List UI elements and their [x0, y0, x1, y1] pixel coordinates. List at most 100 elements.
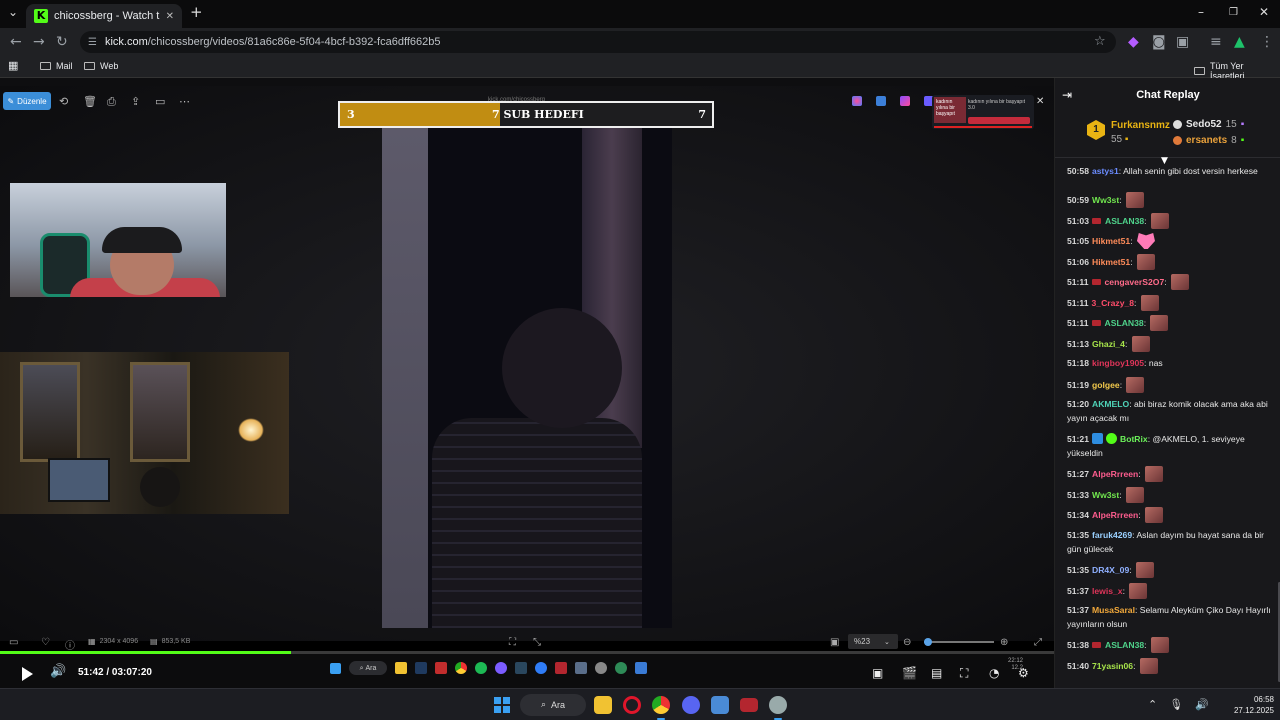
theater-mode-icon[interactable]: ▣: [872, 666, 883, 680]
message-username[interactable]: Ghazi_4: [1092, 339, 1125, 349]
screen-icon[interactable]: ▣: [830, 637, 839, 648]
message-username[interactable]: cengaverS2O7: [1105, 277, 1165, 287]
message-username[interactable]: DR4X_09: [1092, 565, 1129, 575]
extension-icon[interactable]: ◆: [1128, 34, 1139, 50]
bookmark-star-icon[interactable]: ☆: [1094, 34, 1106, 49]
discord-icon[interactable]: [682, 696, 700, 714]
message-username[interactable]: Hikmet51: [1092, 236, 1130, 246]
message-username[interactable]: Ww3st: [1092, 195, 1119, 205]
chrome-icon[interactable]: [652, 696, 670, 714]
leaderboard-third[interactable]: ersanets 8 ▪: [1173, 135, 1244, 146]
rotate-icon[interactable]: ⟲: [59, 95, 68, 108]
camera-extension-icon[interactable]: ◙: [1152, 34, 1166, 50]
embedded-filezilla-icon: [435, 662, 447, 674]
window-close-icon[interactable]: ✕: [1259, 5, 1269, 19]
browser-tab[interactable]: K chicossberg - Watch the VOD o ✕: [26, 4, 182, 28]
message-username[interactable]: ASLAN38: [1105, 216, 1144, 226]
message-username[interactable]: 71yasin06: [1092, 661, 1133, 671]
message-username[interactable]: lewis_x: [1092, 586, 1123, 596]
bookmark-web[interactable]: Web: [84, 61, 118, 71]
message-username[interactable]: AlpeRrreen: [1092, 510, 1138, 520]
message-username[interactable]: kingboy1905: [1092, 358, 1144, 368]
delete-icon[interactable]: 🗑: [83, 95, 97, 108]
apps-grid-icon[interactable]: ▦: [8, 59, 18, 72]
profile-icon[interactable]: ▲: [1234, 34, 1245, 50]
back-icon[interactable]: ←: [10, 34, 22, 50]
speed-icon[interactable]: ◔: [989, 666, 999, 680]
copilot-icon[interactable]: [852, 96, 862, 106]
message-username[interactable]: 3_Crazy_8: [1092, 298, 1135, 308]
minimize-icon[interactable]: –: [1198, 5, 1204, 19]
file-explorer-icon[interactable]: [594, 696, 612, 714]
system-tray: ⌃ 🎙 🔊: [1148, 698, 1209, 711]
message-username[interactable]: AlpeRrreen: [1092, 469, 1138, 479]
restore-icon[interactable]: ❐: [1229, 7, 1238, 18]
chat-message: 51:11 cengaverS2O7:: [1067, 274, 1275, 290]
message-username[interactable]: faruk4269: [1092, 530, 1132, 540]
tray-chevron-icon[interactable]: ⌃: [1148, 698, 1157, 711]
message-username[interactable]: ASLAN38: [1105, 640, 1144, 650]
message-timestamp: 50:58: [1067, 166, 1089, 176]
favorite-icon[interactable]: ♡: [41, 637, 50, 648]
network-app-icon[interactable]: [711, 696, 729, 714]
designer-icon[interactable]: [876, 96, 886, 106]
message-username[interactable]: MusaSaral: [1092, 605, 1135, 615]
popup-button[interactable]: [968, 117, 1030, 124]
reading-list-icon[interactable]: ≡: [1210, 34, 1222, 50]
notification-popup[interactable]: kadının yılına bir başyapıt kadının yılı…: [932, 95, 1034, 129]
chat-message: 51:18 kingboy1905: nas: [1067, 358, 1163, 368]
message-username[interactable]: BotRix: [1120, 434, 1148, 444]
share-icon[interactable]: ⇪: [131, 95, 140, 108]
message-username[interactable]: golgee: [1092, 380, 1120, 390]
microphone-icon[interactable]: 🎙: [1169, 698, 1183, 711]
zoom-slider[interactable]: [924, 638, 994, 646]
ai-icon[interactable]: [900, 96, 910, 106]
forward-icon[interactable]: →: [33, 34, 45, 50]
browser-menu-icon[interactable]: ⋮: [1260, 34, 1274, 50]
settings-gear-icon[interactable]: ⚙: [1018, 666, 1029, 680]
leaderboard-first-count: 55 ▪: [1111, 134, 1129, 145]
close-tab-icon[interactable]: ✕: [166, 11, 174, 22]
embedded-start-icon: [330, 662, 341, 674]
zoom-in-icon[interactable]: ⊕: [1000, 637, 1008, 648]
message-username[interactable]: Ww3st: [1092, 490, 1119, 500]
popup-close-icon[interactable]: ✕: [1036, 96, 1044, 107]
actual-size-icon[interactable]: ⤡: [533, 637, 541, 648]
windows-start-icon[interactable]: [494, 697, 510, 713]
clip-icon[interactable]: 🎬: [902, 666, 917, 680]
info-icon[interactable]: ⓘ: [65, 637, 75, 652]
fullscreen-icon[interactable]: ⛶: [960, 666, 968, 681]
leaderboard-second[interactable]: Sedo52 15 ▪: [1173, 119, 1244, 130]
print-icon[interactable]: ⎙: [107, 95, 116, 109]
volume-icon[interactable]: 🔊: [50, 664, 66, 679]
zoom-slider-knob[interactable]: [924, 638, 932, 646]
zoom-dropdown[interactable]: %23 ⌄: [848, 634, 898, 649]
slideshow-icon[interactable]: ▭: [155, 95, 165, 108]
taskbar-clock[interactable]: 06:58 27.12.2025: [1222, 694, 1274, 716]
url-field[interactable]: ☰ kick.com/chicossberg/videos/81a6c86e-5…: [80, 31, 1116, 53]
new-tab-icon[interactable]: +: [190, 3, 203, 21]
edit-button[interactable]: ✎ Düzenle: [3, 92, 51, 110]
play-icon[interactable]: [22, 667, 33, 681]
pip-icon[interactable]: ▤: [931, 666, 942, 680]
message-username[interactable]: Hikmet51: [1092, 257, 1130, 267]
bookmark-mail[interactable]: Mail: [40, 61, 73, 71]
message-username[interactable]: astys1: [1092, 166, 1119, 176]
message-username[interactable]: AKMELO: [1092, 399, 1129, 409]
more-icon[interactable]: ⋯: [179, 95, 190, 108]
taskbar-search[interactable]: ⌕ Ara: [520, 694, 586, 716]
tab-search-icon[interactable]: ⌄: [8, 5, 18, 19]
reload-icon[interactable]: ↻: [56, 34, 68, 50]
speaker-icon[interactable]: 🔊: [1195, 698, 1209, 711]
fit-icon[interactable]: ⛶: [509, 637, 516, 648]
opera-icon[interactable]: [623, 696, 641, 714]
site-info-icon[interactable]: ☰: [88, 37, 97, 48]
app-icon[interactable]: [740, 698, 758, 712]
settings-icon[interactable]: [769, 696, 787, 714]
filmstrip-icon[interactable]: ▭: [9, 637, 18, 648]
expand-icon[interactable]: ⤢: [1034, 637, 1042, 648]
video-player[interactable]: kick.com/chicossberg 3 7 SUB HEDEFI 7 ✎ …: [0, 86, 1054, 688]
zoom-out-icon[interactable]: ⊖: [903, 637, 911, 648]
extensions-puzzle-icon[interactable]: ▣: [1176, 34, 1189, 50]
message-username[interactable]: ASLAN38: [1105, 318, 1144, 328]
